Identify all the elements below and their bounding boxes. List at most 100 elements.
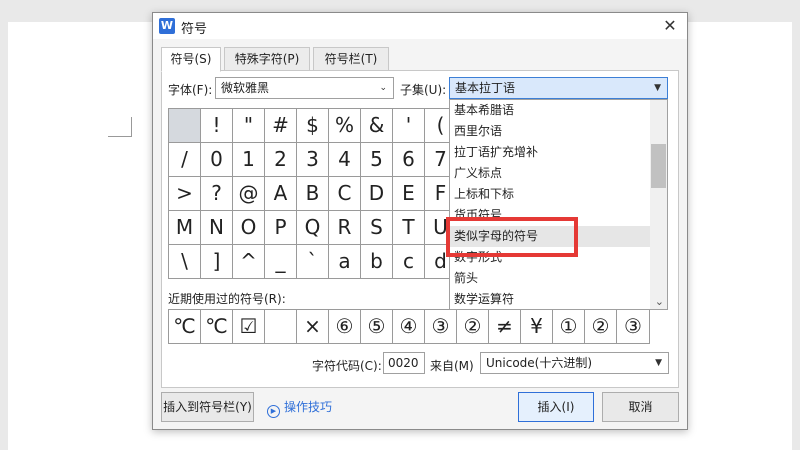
recent-symbol[interactable]: ① [553, 310, 585, 343]
dropdown-arrow-icon: ▼ [655, 358, 662, 368]
tab-special-characters[interactable]: 特殊字符(P) [224, 47, 310, 71]
symbol-cell[interactable]: 5 [361, 143, 393, 177]
symbol-cell[interactable]: C [329, 177, 361, 211]
symbol-cell[interactable]: / [169, 143, 201, 177]
subset-option[interactable]: 上标和下标 [450, 184, 650, 205]
symbol-cell[interactable]: b [361, 245, 393, 279]
symbol-cell[interactable]: 0 [201, 143, 233, 177]
dropdown-arrow-icon: ▼ [654, 83, 661, 93]
symbol-cell[interactable]: 3 [297, 143, 329, 177]
symbol-cell[interactable]: ! [201, 109, 233, 143]
subset-option[interactable]: 拉丁语扩充增补 [450, 142, 650, 163]
recent-symbol[interactable]: ☑ [233, 310, 265, 343]
symbol-cell[interactable]: R [329, 211, 361, 245]
symbol-cell[interactable]: A [265, 177, 297, 211]
dialog-titlebar[interactable]: W 符号 ✕ [153, 13, 687, 39]
subset-option[interactable]: 西里尔语 [450, 121, 650, 142]
symbol-cell[interactable]: c [393, 245, 425, 279]
symbol-cell[interactable]: ] [201, 245, 233, 279]
char-code-input[interactable]: 0020 [383, 352, 425, 374]
symbol-cell[interactable]: D [361, 177, 393, 211]
recent-symbol[interactable]: ⑤ [361, 310, 393, 343]
recent-symbol[interactable]: ③ [425, 310, 457, 343]
recent-symbols-row: ℃ ℃ ☑ × ⑥ ⑤ ④ ③ ② ≠ ¥ ① ② ③ [168, 309, 650, 344]
symbol-cell[interactable] [169, 109, 201, 143]
font-select[interactable]: 微软雅黑 ⌄ [215, 77, 394, 99]
recent-symbol[interactable]: ⑥ [329, 310, 361, 343]
symbol-cell[interactable]: # [265, 109, 297, 143]
subset-option-letterlike-symbols[interactable]: 类似字母的符号 [450, 226, 650, 247]
symbol-cell[interactable]: > [169, 177, 201, 211]
symbol-cell[interactable]: a [329, 245, 361, 279]
recent-symbol[interactable]: ℃ [169, 310, 201, 343]
symbol-cell[interactable]: & [361, 109, 393, 143]
symbol-cell[interactable]: _ [265, 245, 297, 279]
dialog-title: 符号 [181, 22, 208, 37]
symbol-cell[interactable]: P [265, 211, 297, 245]
symbol-cell[interactable]: " [233, 109, 265, 143]
chevron-down-icon: ⌄ [379, 83, 387, 93]
symbol-cell[interactable]: $ [297, 109, 329, 143]
symbol-grid: ! " # $ % & ' ( / 0 1 2 3 4 5 6 7 > ? @ … [168, 108, 457, 279]
encoding-select[interactable]: Unicode(十六进制) ▼ [480, 352, 669, 374]
recent-symbol[interactable]: × [297, 310, 329, 343]
subset-option[interactable]: 数字形式 [450, 247, 650, 268]
recent-symbol[interactable]: ③ [617, 310, 649, 343]
subset-option[interactable]: 数学运算符 [450, 289, 650, 309]
symbol-cell[interactable]: T [393, 211, 425, 245]
insert-button[interactable]: 插入(I) [518, 392, 594, 422]
subset-option[interactable]: 箭头 [450, 268, 650, 289]
encoding-select-value: Unicode(十六进制) [486, 356, 593, 370]
font-select-value: 微软雅黑 [221, 81, 270, 95]
font-label: 字体(F): [168, 83, 213, 97]
dropdown-scrollbar[interactable]: ⌄ [650, 100, 667, 309]
symbol-cell[interactable]: Q [297, 211, 329, 245]
tab-symbol-bar[interactable]: 符号栏(T) [313, 47, 389, 71]
subset-label: 子集(U): [400, 83, 447, 97]
symbol-cell[interactable]: ? [201, 177, 233, 211]
subset-select-value: 基本拉丁语 [455, 81, 516, 95]
symbol-cell[interactable]: ` [297, 245, 329, 279]
scrollbar-thumb[interactable] [651, 144, 666, 188]
symbol-cell[interactable]: ^ [233, 245, 265, 279]
subset-dropdown-list[interactable]: 基本希腊语 西里尔语 拉丁语扩充增补 广义标点 上标和下标 货币符号 类似字母的… [449, 99, 668, 310]
tips-link[interactable]: ▶ 操作技巧 [267, 398, 332, 418]
recent-symbol[interactable]: ¥ [521, 310, 553, 343]
symbol-cell[interactable]: 1 [233, 143, 265, 177]
subset-option[interactable]: 基本希腊语 [450, 100, 650, 121]
symbol-cell[interactable]: E [393, 177, 425, 211]
insert-to-symbol-bar-button[interactable]: 插入到符号栏(Y) [161, 392, 254, 422]
subset-select[interactable]: 基本拉丁语 ▼ [449, 77, 668, 99]
recent-symbol[interactable]: ② [457, 310, 489, 343]
symbol-cell[interactable]: % [329, 109, 361, 143]
recent-symbol[interactable]: ② [585, 310, 617, 343]
tab-symbols[interactable]: 符号(S) [161, 47, 221, 72]
symbol-cell[interactable]: 4 [329, 143, 361, 177]
wps-app-icon: W [159, 18, 175, 34]
symbol-cell[interactable]: \ [169, 245, 201, 279]
symbol-cell[interactable]: S [361, 211, 393, 245]
symbol-cell[interactable]: 2 [265, 143, 297, 177]
page-corner-mark [108, 117, 132, 137]
symbol-cell[interactable]: M [169, 211, 201, 245]
tips-link-label: 操作技巧 [284, 400, 333, 414]
scroll-down-icon[interactable]: ⌄ [655, 295, 664, 308]
recent-symbol[interactable]: ④ [393, 310, 425, 343]
symbol-cell[interactable]: ' [393, 109, 425, 143]
cancel-button[interactable]: 取消 [602, 392, 679, 422]
close-button[interactable]: ✕ [659, 15, 681, 37]
recent-symbol[interactable]: ℃ [201, 310, 233, 343]
play-circle-icon: ▶ [267, 405, 280, 418]
char-code-label: 字符代码(C): [312, 359, 382, 373]
recent-symbol[interactable]: ≠ [489, 310, 521, 343]
recent-symbols-label: 近期使用过的符号(R): [168, 292, 286, 306]
symbol-cell[interactable]: @ [233, 177, 265, 211]
symbol-cell[interactable]: N [201, 211, 233, 245]
symbol-cell[interactable]: 6 [393, 143, 425, 177]
symbol-cell[interactable]: B [297, 177, 329, 211]
subset-option[interactable]: 广义标点 [450, 163, 650, 184]
recent-symbol[interactable] [265, 310, 297, 343]
from-label: 来自(M) [430, 359, 474, 373]
subset-option[interactable]: 货币符号 [450, 205, 650, 226]
symbol-cell[interactable]: O [233, 211, 265, 245]
